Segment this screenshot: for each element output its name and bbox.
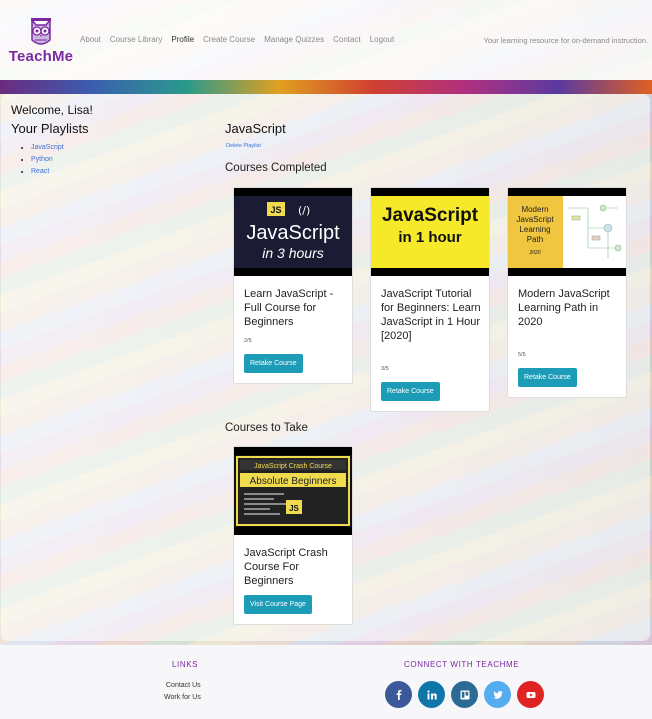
course-progress: 3/5 bbox=[381, 366, 389, 372]
playlist-link-python[interactable]: Python bbox=[31, 156, 53, 163]
svg-text:in 3 hours: in 3 hours bbox=[262, 245, 323, 261]
welcome-message: Welcome, Lisa! bbox=[11, 103, 93, 117]
facebook-icon[interactable] bbox=[385, 681, 412, 708]
svg-text:JavaScript: JavaScript bbox=[382, 205, 479, 226]
footer: LINKS Contact Us Work for Us CONNECT WIT… bbox=[0, 645, 652, 719]
svg-text:(/): (/) bbox=[298, 204, 310, 217]
course-card: JS (/) JavaScript in 3 hours Learn JavaS… bbox=[233, 187, 353, 384]
tagline: Your learning resource for on-demand ins… bbox=[483, 36, 648, 45]
visit-course-page-button[interactable]: Visit Course Page bbox=[244, 595, 312, 614]
list-item: React bbox=[31, 166, 64, 178]
footer-link-work-for-us[interactable]: Work for Us bbox=[164, 694, 201, 701]
course-card: JavaScript in 1 hour JavaScript Tutorial… bbox=[370, 187, 490, 412]
course-progress: 2/5 bbox=[244, 338, 252, 344]
nav-logout[interactable]: Logout bbox=[370, 35, 394, 44]
background-strip bbox=[0, 80, 652, 94]
footer-link-contact-us[interactable]: Contact Us bbox=[166, 682, 201, 689]
brand-name: TeachMe bbox=[8, 48, 74, 65]
retake-course-button[interactable]: Retake Course bbox=[381, 382, 440, 401]
course-thumbnail: Modern JavaScript Learning Path 2020 bbox=[508, 188, 626, 276]
retake-course-button[interactable]: Retake Course bbox=[244, 354, 303, 373]
course-title: JavaScript Tutorial for Beginners: Learn… bbox=[381, 288, 481, 342]
course-card: JavaScript Crash Course Absolute Beginne… bbox=[233, 446, 353, 625]
svg-text:JavaScript Crash Course: JavaScript Crash Course bbox=[254, 463, 332, 470]
playlists-heading: Your Playlists bbox=[11, 121, 89, 136]
playlist-title: JavaScript bbox=[225, 121, 286, 136]
svg-text:JavaScript: JavaScript bbox=[516, 215, 554, 224]
course-thumbnail: JavaScript Crash Course Absolute Beginne… bbox=[234, 447, 352, 535]
top-navbar: TeachMe About Course Library Profile Cre… bbox=[0, 0, 652, 80]
nav-create-course[interactable]: Create Course bbox=[203, 35, 255, 44]
course-title: JavaScript Crash Course For Beginners bbox=[244, 547, 328, 587]
list-item: Python bbox=[31, 154, 64, 166]
svg-text:JS: JS bbox=[270, 205, 281, 215]
playlist-list: JavaScript Python React bbox=[21, 142, 64, 178]
linkedin-icon[interactable] bbox=[418, 681, 445, 708]
twitter-icon[interactable] bbox=[484, 681, 511, 708]
main-nav: About Course Library Profile Create Cour… bbox=[80, 35, 394, 44]
nav-contact[interactable]: Contact bbox=[333, 35, 361, 44]
courses-to-take-heading: Courses to Take bbox=[225, 422, 308, 434]
retake-course-button[interactable]: Retake Course bbox=[518, 368, 577, 387]
nav-course-library[interactable]: Course Library bbox=[110, 35, 162, 44]
youtube-icon[interactable] bbox=[517, 681, 544, 708]
course-thumbnail: JS (/) JavaScript in 3 hours bbox=[234, 188, 352, 276]
svg-text:Modern: Modern bbox=[521, 205, 548, 214]
svg-text:Learning: Learning bbox=[519, 225, 550, 234]
footer-links-heading: LINKS bbox=[172, 660, 199, 669]
playlist-link-react[interactable]: React bbox=[31, 168, 49, 175]
course-title: Learn JavaScript - Full Course for Begin… bbox=[244, 288, 334, 328]
svg-text:Absolute Beginners: Absolute Beginners bbox=[250, 476, 337, 487]
logo[interactable]: TeachMe bbox=[6, 14, 76, 66]
svg-text:2020: 2020 bbox=[528, 250, 540, 256]
nav-manage-quizzes[interactable]: Manage Quizzes bbox=[264, 35, 324, 44]
footer-connect-heading: CONNECT WITH TEACHME bbox=[404, 660, 520, 669]
course-title: Modern JavaScript Learning Path in 2020 bbox=[518, 288, 610, 328]
svg-text:JavaScript: JavaScript bbox=[246, 222, 340, 244]
nav-about[interactable]: About bbox=[80, 35, 101, 44]
svg-text:Path: Path bbox=[527, 235, 543, 244]
course-thumbnail: JavaScript in 1 hour bbox=[371, 188, 489, 276]
courses-completed-heading: Courses Completed bbox=[225, 162, 327, 174]
svg-text:in 1 hour: in 1 hour bbox=[398, 229, 461, 246]
delete-playlist-link[interactable]: Delete Playlist bbox=[226, 143, 261, 149]
profile-panel: Welcome, Lisa! Your Playlists JavaScript… bbox=[1, 94, 650, 641]
owl-logo-icon bbox=[31, 17, 51, 45]
course-card: Modern JavaScript Learning Path 2020 Mod… bbox=[507, 187, 627, 398]
svg-text:JS: JS bbox=[289, 504, 299, 513]
trello-icon[interactable] bbox=[451, 681, 478, 708]
nav-profile[interactable]: Profile bbox=[171, 35, 194, 44]
list-item: JavaScript bbox=[31, 142, 64, 154]
playlist-link-javascript[interactable]: JavaScript bbox=[31, 144, 64, 151]
course-progress: 5/5 bbox=[518, 352, 526, 358]
